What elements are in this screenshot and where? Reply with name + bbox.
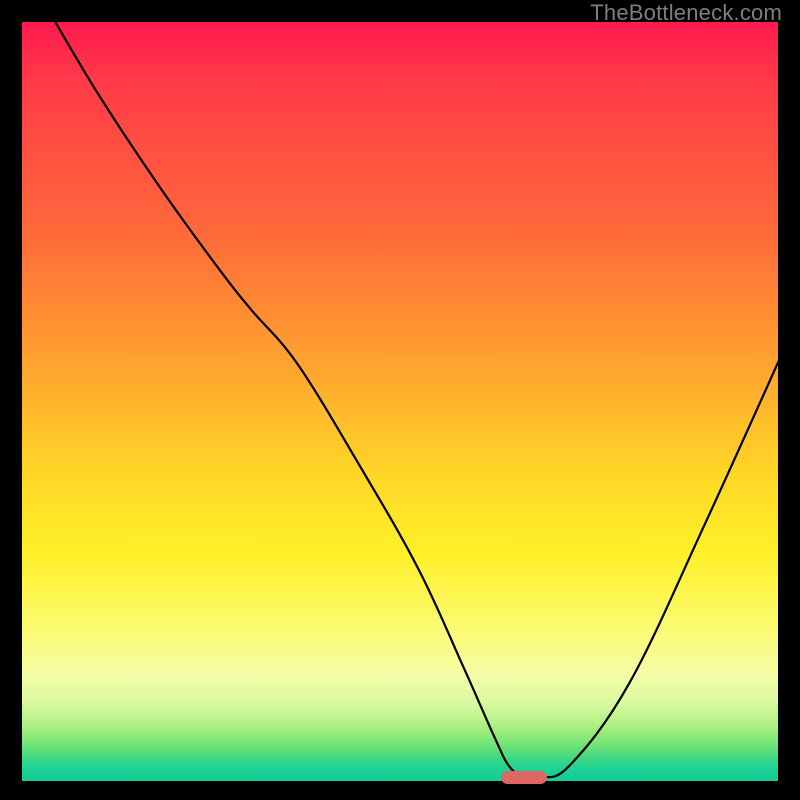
bottleneck-curve bbox=[25, 22, 781, 781]
chart-frame: TheBottleneck.com bbox=[0, 0, 800, 800]
plot-area bbox=[19, 22, 781, 784]
optimal-marker bbox=[501, 771, 546, 784]
